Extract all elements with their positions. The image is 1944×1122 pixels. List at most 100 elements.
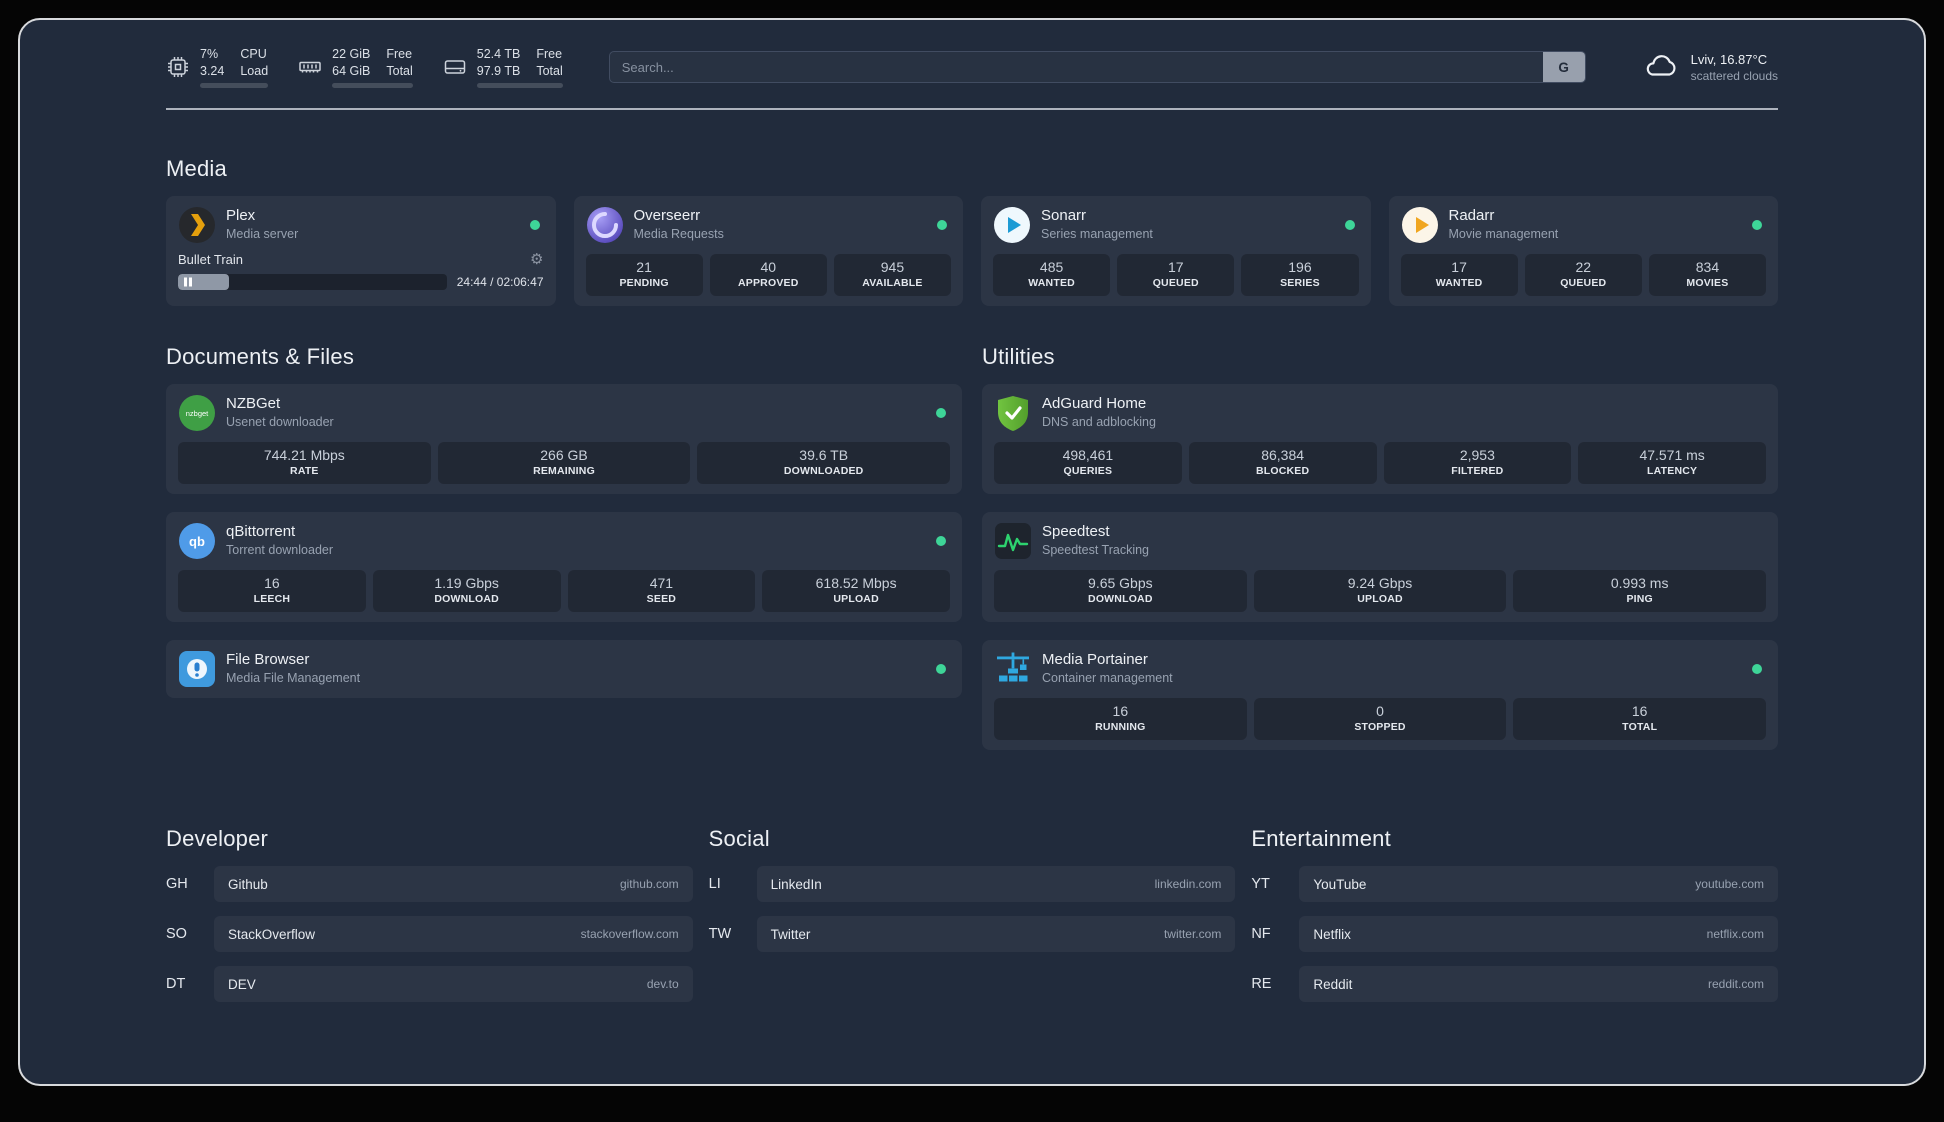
status-indicator — [936, 664, 946, 674]
playback-progress-bar[interactable] — [178, 274, 447, 290]
service-name: AdGuard Home — [1042, 395, 1147, 413]
stat-label: SERIES — [1280, 277, 1320, 289]
service-desc: Torrent downloader — [226, 543, 334, 558]
service-link-filebrowser[interactable]: File Browser Media File Management — [178, 650, 950, 688]
service-link-overseerr[interactable]: Overseerr Media Requests — [586, 206, 952, 244]
bookmark-row: NF Netflix netflix.com — [1251, 916, 1778, 952]
service-name: Overseerr — [633, 207, 701, 225]
bookmark-link-linkedin[interactable]: LinkedIn linkedin.com — [756, 866, 1236, 902]
service-card-plex: Plex Media server Bullet Train ⚙ 24:44 /… — [166, 196, 556, 306]
bookmark-link-netflix[interactable]: Netflix netflix.com — [1299, 916, 1778, 952]
service-link-nzbget[interactable]: nzbget NZBGet Usenet downloader — [178, 394, 950, 432]
memory-widget: 22 GiB Free 64 GiB Total — [298, 46, 413, 88]
bookmark-url: reddit.com — [1707, 977, 1764, 991]
stat-label: PENDING — [619, 277, 669, 289]
service-name: Radarr — [1448, 207, 1495, 225]
bookmark-row: GH Github github.com — [166, 866, 693, 902]
bookmark-row: YT YouTube youtube.com — [1251, 866, 1778, 902]
memory-free: 22 GiB — [332, 47, 371, 61]
stat-tile: 0 STOPPED — [1253, 698, 1507, 740]
stat-label: WANTED — [1435, 277, 1483, 289]
stat-tile: 17 WANTED — [1400, 254, 1518, 296]
service-desc: Container management — [1042, 671, 1173, 686]
service-name: File Browser — [226, 651, 310, 669]
bookmark-abbr: DT — [166, 976, 186, 992]
service-desc: Media File Management — [226, 671, 361, 686]
bookmark-name: LinkedIn — [770, 876, 822, 892]
playback-time: 24:44 / 02:06:47 — [456, 275, 544, 289]
stat-label: AVAILABLE — [862, 277, 923, 289]
bookmark-url: twitter.com — [1163, 927, 1222, 941]
service-desc: Media Requests — [633, 227, 724, 242]
stat-value: 196 — [1288, 259, 1312, 275]
service-card-nzbget: nzbget NZBGet Usenet downloader 744.21 M… — [166, 384, 962, 494]
bookmark-abbr: YT — [1251, 876, 1270, 892]
service-link-plex[interactable]: Plex Media server — [178, 206, 544, 244]
status-indicator — [1752, 220, 1762, 230]
entertainment-column: Entertainment YT YouTube youtube.com NF … — [1251, 826, 1778, 1016]
section-title-social: Social — [708, 826, 770, 851]
service-name: Sonarr — [1041, 207, 1087, 225]
nzbget-icon: nzbget — [178, 394, 216, 432]
bookmark-link-stackoverflow[interactable]: StackOverflow stackoverflow.com — [214, 916, 693, 952]
social-column: Social LI LinkedIn linkedin.com TW Twitt… — [709, 826, 1236, 1016]
stat-tile: 618.52 Mbps UPLOAD — [762, 570, 950, 612]
svg-text:nzbget: nzbget — [186, 409, 209, 418]
stat-value: 86,384 — [1261, 447, 1305, 463]
cpu-load: 3.24 — [200, 63, 225, 78]
bookmark-name: Netflix — [1313, 926, 1351, 942]
bookmark-name: StackOverflow — [228, 926, 316, 942]
stat-value: 0 — [1376, 703, 1384, 719]
bookmark-link-youtube[interactable]: YouTube youtube.com — [1299, 866, 1778, 902]
disk-icon — [443, 55, 467, 79]
stat-value: 9.24 Gbps — [1347, 575, 1413, 591]
status-indicator — [936, 536, 946, 546]
stat-tile: 22 QUEUED — [1524, 254, 1642, 296]
bookmark-row: SO StackOverflow stackoverflow.com — [166, 916, 693, 952]
bookmark-row: TW Twitter twitter.com — [709, 916, 1236, 952]
bookmark-link-github[interactable]: Github github.com — [214, 866, 693, 902]
stat-tile: 40 APPROVED — [709, 254, 827, 296]
stat-value: 17 — [1451, 259, 1467, 275]
weather-location: Lviv, 16.87°C — [1690, 51, 1768, 67]
bookmark-abbr: GH — [166, 876, 188, 892]
service-card-sonarr: Sonarr Series management 485 WANTED 17 Q… — [981, 196, 1371, 306]
bookmark-link-dev[interactable]: DEV dev.to — [214, 966, 693, 1002]
section-title-developer: Developer — [166, 826, 269, 851]
disk-free: 52.4 TB — [476, 47, 521, 61]
gear-icon[interactable]: ⚙ — [530, 252, 543, 267]
service-desc: Series management — [1041, 227, 1153, 242]
service-link-portainer[interactable]: Media Portainer Container management — [994, 650, 1766, 688]
service-card-qbittorrent: qb qBittorrent Torrent downloader 16 LEE… — [166, 512, 962, 622]
service-link-adguard[interactable]: AdGuard Home DNS and adblocking — [994, 394, 1766, 432]
stat-label: PING — [1626, 593, 1653, 605]
stat-tile: 1.19 Gbps DOWNLOAD — [372, 570, 561, 612]
overseerr-icon — [586, 206, 624, 244]
service-link-sonarr[interactable]: Sonarr Series management — [993, 206, 1359, 244]
stat-tile: 16 LEECH — [178, 570, 366, 612]
bookmark-abbr: SO — [166, 926, 187, 942]
bookmark-row: LI LinkedIn linkedin.com — [709, 866, 1236, 902]
stat-tile: 16 TOTAL — [1513, 698, 1767, 740]
service-link-qbittorrent[interactable]: qb qBittorrent Torrent downloader — [178, 522, 950, 560]
service-link-speedtest[interactable]: Speedtest Speedtest Tracking — [994, 522, 1766, 560]
stat-label: APPROVED — [737, 277, 799, 289]
bookmark-name: YouTube — [1313, 876, 1367, 892]
bookmark-abbr: RE — [1251, 976, 1272, 992]
stat-tile: 945 AVAILABLE — [833, 254, 952, 296]
stat-label: BLOCKED — [1255, 465, 1310, 477]
section-title-media: Media — [166, 156, 227, 181]
service-link-radarr[interactable]: Radarr Movie management — [1401, 206, 1767, 244]
dashboard-panel: 7% CPU 3.24 Load 22 GiB Free 64 GiB Tota… — [18, 18, 1926, 1086]
service-card-adguard: AdGuard Home DNS and adblocking 498,461 … — [982, 384, 1778, 494]
stat-tile: 39.6 TB DOWNLOADED — [697, 442, 951, 484]
search-input[interactable] — [609, 52, 1543, 82]
pause-icon[interactable] — [184, 277, 192, 287]
bookmark-link-twitter[interactable]: Twitter twitter.com — [756, 916, 1236, 952]
bookmark-link-reddit[interactable]: Reddit reddit.com — [1299, 966, 1778, 1002]
bookmark-abbr: LI — [708, 876, 721, 892]
stat-tile: 266 GB REMAINING — [437, 442, 691, 484]
stat-value: 47.571 ms — [1639, 447, 1705, 463]
memory-total-label: Total — [386, 63, 413, 78]
search-provider-button[interactable]: G — [1542, 52, 1585, 82]
